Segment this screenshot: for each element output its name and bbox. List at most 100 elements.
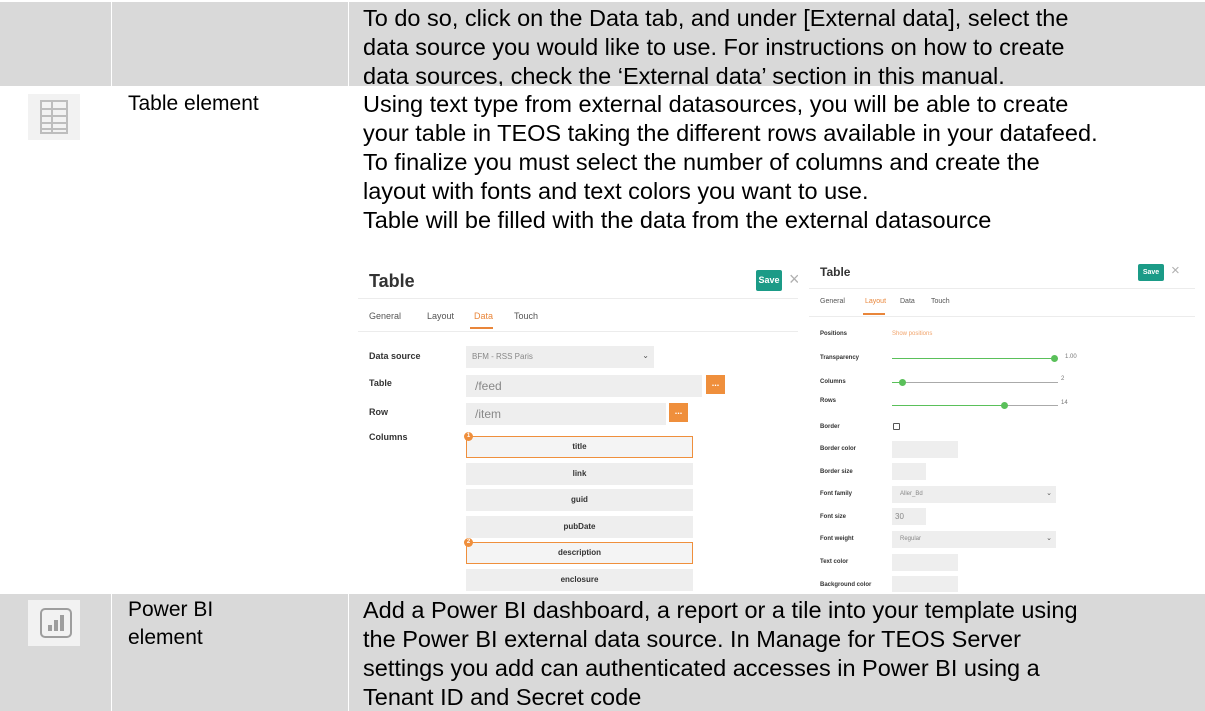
text-line: data source you would like to use. For i…: [363, 34, 1065, 60]
row-path-value: /item: [475, 407, 502, 421]
data-source-label: Data source: [369, 351, 421, 361]
background-color-input[interactable]: [892, 576, 958, 593]
close-icon[interactable]: ×: [1171, 262, 1180, 279]
font-family-label: Font family: [820, 491, 853, 497]
description-text: Add a Power BI dashboard, a report or a …: [349, 594, 1205, 711]
description-text: Using text type from external datasource…: [349, 88, 1205, 235]
tab-layout[interactable]: Layout: [427, 311, 454, 321]
text-color-input[interactable]: [892, 554, 958, 571]
power-bi-chart-icon: [28, 600, 80, 646]
tab-data[interactable]: Data: [474, 311, 493, 321]
element-label: Table element: [128, 92, 259, 115]
description-text: To do so, click on the Data tab, and und…: [349, 2, 1205, 91]
icon-cell: [0, 594, 112, 711]
table-layout-tab-screenshot: Table Save × General Layout Data Touch P…: [809, 260, 1195, 594]
save-button[interactable]: Save: [1138, 264, 1164, 281]
table-label: Table: [369, 378, 392, 388]
border-checkbox[interactable]: [893, 423, 900, 430]
table-grid-icon: [28, 94, 80, 140]
border-label: Border: [820, 424, 840, 430]
table-row: Power BI element Add a Power BI dashboar…: [0, 592, 1205, 711]
text-line: Using text type from external datasource…: [363, 91, 1069, 117]
table-row: Table element Using text type from exter…: [0, 86, 1205, 594]
dialog-title: Table: [820, 265, 851, 279]
tab-general[interactable]: General: [369, 311, 401, 321]
border-size-input[interactable]: [892, 463, 926, 480]
border-color-input[interactable]: [892, 441, 958, 458]
row-path-input[interactable]: /item: [466, 403, 666, 425]
transparency-slider-handle[interactable]: [1051, 355, 1058, 362]
dialog-title: Table: [369, 271, 415, 291]
transparency-value: 1.00: [1065, 354, 1077, 360]
text-line: To do so, click on the Data tab, and und…: [363, 5, 1069, 31]
close-icon[interactable]: ×: [789, 269, 798, 290]
column-title-button[interactable]: title: [466, 436, 693, 458]
positions-label: Positions: [820, 331, 848, 337]
selection-badge: 1: [464, 432, 473, 441]
text-line: To finalize you must select the number o…: [363, 149, 1040, 175]
text-line: Add a Power BI dashboard, a report or a …: [363, 597, 1078, 623]
icon-cell: [0, 2, 112, 86]
column-guid-button[interactable]: guid: [466, 489, 693, 511]
text-line: the Power BI external data source. In Ma…: [363, 626, 1021, 652]
background-color-label: Background color: [820, 582, 872, 588]
font-family-value: Aller_Bd: [900, 491, 923, 497]
text-color-label: Text color: [820, 559, 849, 565]
column-enclosure-button[interactable]: enclosure: [466, 569, 693, 591]
column-pubdate-button[interactable]: pubDate: [466, 516, 693, 538]
text-line: Tenant ID and Secret code: [363, 684, 642, 710]
columns-value: 2: [1061, 376, 1065, 382]
rows-slider-handle[interactable]: [1001, 402, 1008, 409]
label-line: Power BI: [128, 598, 214, 621]
tab-general[interactable]: General: [820, 298, 845, 305]
transparency-label: Transparency: [820, 355, 860, 361]
label-cell: Table element: [112, 88, 349, 592]
text-line: settings you add can authenticated acces…: [363, 655, 1040, 681]
chevron-down-icon: ⌄: [1046, 490, 1052, 497]
browse-row-button[interactable]: ...: [669, 403, 688, 422]
font-size-value: 30: [895, 512, 904, 521]
label-line: element: [128, 626, 203, 649]
text-line: your table in TEOS taking the different …: [363, 120, 1098, 146]
chevron-down-icon: ⌄: [642, 351, 649, 360]
column-description-button[interactable]: description: [466, 542, 693, 564]
icon-cell: [0, 88, 112, 592]
font-weight-select[interactable]: Regular ⌄: [892, 531, 1056, 548]
font-size-input[interactable]: 30: [892, 508, 926, 525]
font-weight-label: Font weight: [820, 536, 854, 542]
tab-touch[interactable]: Touch: [514, 311, 538, 321]
border-size-label: Border size: [820, 469, 853, 475]
element-label: Power BI element: [112, 594, 349, 652]
tab-layout[interactable]: Layout: [865, 298, 886, 305]
selection-badge: 2: [464, 538, 473, 547]
data-source-value: BFM - RSS Paris: [472, 352, 533, 361]
row-label: Row: [369, 407, 388, 417]
font-weight-value: Regular: [900, 536, 922, 542]
save-button[interactable]: Save: [756, 270, 782, 291]
table-row: To do so, click on the Data tab, and und…: [0, 0, 1205, 89]
rows-value: 14: [1061, 400, 1068, 406]
rows-label: Rows: [820, 398, 837, 404]
browse-table-button[interactable]: ...: [706, 375, 725, 394]
table-path-input[interactable]: /feed: [466, 375, 702, 397]
data-source-select[interactable]: BFM - RSS Paris ⌄: [466, 346, 654, 368]
tab-touch[interactable]: Touch: [931, 298, 950, 305]
text-line: layout with fonts and text colors you wa…: [363, 178, 869, 204]
label-cell: [112, 2, 349, 86]
table-data-tab-screenshot: Table Save × General Layout Data Touch D…: [358, 260, 798, 594]
description-cell: Add a Power BI dashboard, a report or a …: [349, 594, 1205, 711]
columns-slider-handle[interactable]: [899, 379, 906, 386]
description-cell: Using text type from external datasource…: [349, 88, 1205, 594]
border-color-label: Border color: [820, 446, 857, 452]
show-positions-link[interactable]: Show positions: [892, 331, 932, 337]
font-family-select[interactable]: Aller_Bd ⌄: [892, 486, 1056, 503]
text-line: Table will be filled with the data from …: [363, 207, 992, 233]
label-cell: Power BI element: [112, 594, 349, 711]
chevron-down-icon: ⌄: [1046, 535, 1052, 542]
tab-data[interactable]: Data: [900, 298, 915, 305]
document-table: To do so, click on the Data tab, and und…: [0, 0, 1205, 711]
font-size-label: Font size: [820, 514, 847, 520]
column-link-button[interactable]: link: [466, 463, 693, 485]
columns-label: Columns: [369, 432, 408, 442]
table-path-value: /feed: [475, 379, 502, 393]
